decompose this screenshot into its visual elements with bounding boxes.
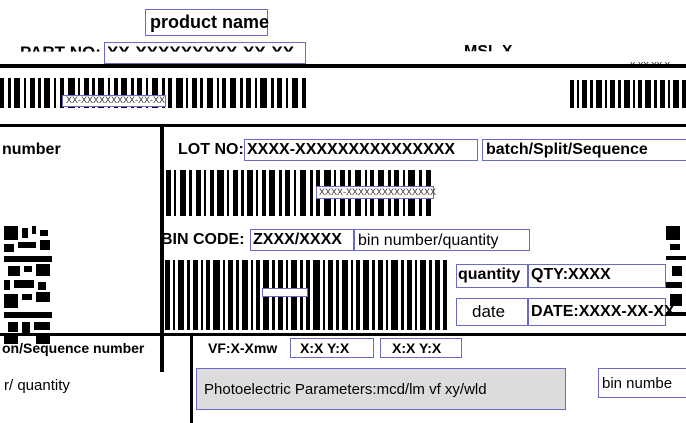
date-value: DATE:XXXX-XX-XX — [531, 303, 675, 320]
bin-number-quantity: bin number/quantity — [358, 232, 499, 249]
part-no-small-text: XX-XXXXXXXXX-XX-XX — [66, 95, 166, 105]
qr-code-left — [4, 226, 52, 344]
lot-barcode-label: XXXX-XXXXXXXXXXXXXXX — [319, 187, 437, 197]
bottom-rule — [0, 333, 686, 336]
right-top-barcode — [570, 80, 686, 108]
lot-no-value: XXXX-XXXXXXXXXXXXXXX — [247, 141, 456, 158]
number-label: number — [2, 141, 61, 158]
lot-no-prefix: LOT NO: — [178, 141, 244, 158]
xy-text-2: X:X Y:X — [392, 340, 442, 356]
photoelectric-text: Photoelectric Parameters:mcd/lm vf xy/wl… — [204, 381, 487, 398]
right-top-text: X-XX-XX-X — [630, 61, 671, 70]
bin-barcode-label-box — [262, 288, 308, 297]
split-sequence-left: on/Sequence number — [2, 340, 145, 356]
quantity-left: r/ quantity — [4, 377, 70, 394]
xy-text-1: X:X Y:X — [300, 340, 350, 356]
bin-code-value: ZXXX/XXXX — [253, 231, 342, 248]
part-no-prefix: PART NO: — [20, 43, 101, 62]
date-label: date — [472, 302, 506, 321]
qty-value: QTY:XXXX — [531, 266, 611, 283]
qr-code-right — [666, 226, 686, 316]
bin-code-prefix: BIN CODE: — [161, 231, 245, 248]
bottom-divider-vertical — [190, 334, 193, 423]
quantity-label: quantity — [458, 266, 521, 283]
top-rule — [0, 64, 686, 68]
batch-split-label: batch/Split/Sequence — [486, 141, 648, 158]
bin-number-right: bin numbe — [602, 375, 673, 392]
product-name: product name — [150, 12, 270, 32]
vf-text: VF:X-Xmw — [208, 340, 278, 356]
divider-1 — [0, 124, 686, 127]
